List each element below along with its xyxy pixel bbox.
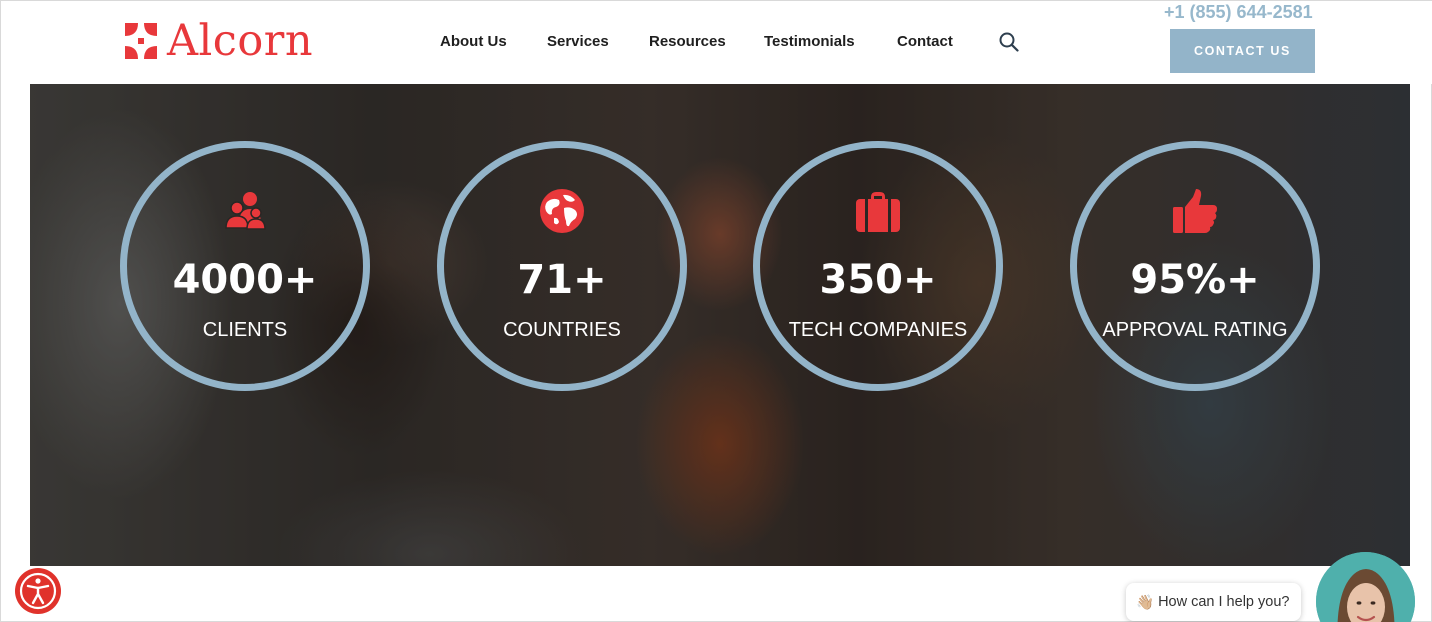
stat-number: 71+ — [517, 257, 607, 303]
stat-label: TECH COMPANIES — [788, 319, 968, 341]
stat-label: COUNTRIES — [503, 319, 621, 341]
stat-number: 350+ — [819, 257, 937, 303]
nav-item-testimonials[interactable]: Testimonials — [764, 33, 855, 50]
site-header: Alcorn About Us Services Resources Testi… — [1, 1, 1432, 84]
stat-label: APPROVAL RATING — [1102, 319, 1288, 341]
nav-item-contact[interactable]: Contact — [897, 33, 953, 50]
users-icon — [225, 192, 266, 230]
stat-number: 4000+ — [172, 257, 318, 303]
logo-mark-icon — [125, 23, 157, 59]
contact-us-button[interactable]: CONTACT US — [1170, 29, 1315, 73]
stat-countries: 71+ COUNTRIES — [437, 141, 687, 391]
stats-hero: 4000+ CLIENTS 71+ COUNTRIES 350+ TECH CO… — [30, 84, 1410, 566]
thumbs-up-icon — [1173, 189, 1217, 233]
chat-prompt-bubble[interactable]: 👋🏼 How can I help you? — [1126, 583, 1302, 621]
accessibility-icon — [19, 572, 57, 610]
stat-tech-companies: 350+ TECH COMPANIES — [753, 141, 1003, 391]
nav-item-resources[interactable]: Resources — [649, 33, 726, 50]
stat-label: CLIENTS — [202, 319, 288, 341]
nav-item-services[interactable]: Services — [547, 33, 609, 50]
brand-logo[interactable]: Alcorn — [123, 19, 313, 63]
waving-hand-icon: 👋🏼 — [1136, 594, 1155, 611]
phone-number[interactable]: +1 (855) 644-2581 — [1164, 2, 1313, 23]
stat-number: 95%+ — [1130, 257, 1260, 303]
chat-prompt-text: How can I help you? — [1158, 594, 1290, 610]
brand-name: Alcorn — [167, 16, 314, 66]
search-icon[interactable] — [998, 31, 1020, 53]
nav-item-about-us[interactable]: About Us — [440, 33, 507, 50]
stat-clients: 4000+ CLIENTS — [120, 141, 370, 391]
accessibility-button[interactable] — [15, 568, 61, 614]
stat-approval-rating: 95%+ APPROVAL RATING — [1070, 141, 1320, 391]
globe-icon — [540, 189, 584, 233]
briefcase-icon — [856, 192, 900, 232]
